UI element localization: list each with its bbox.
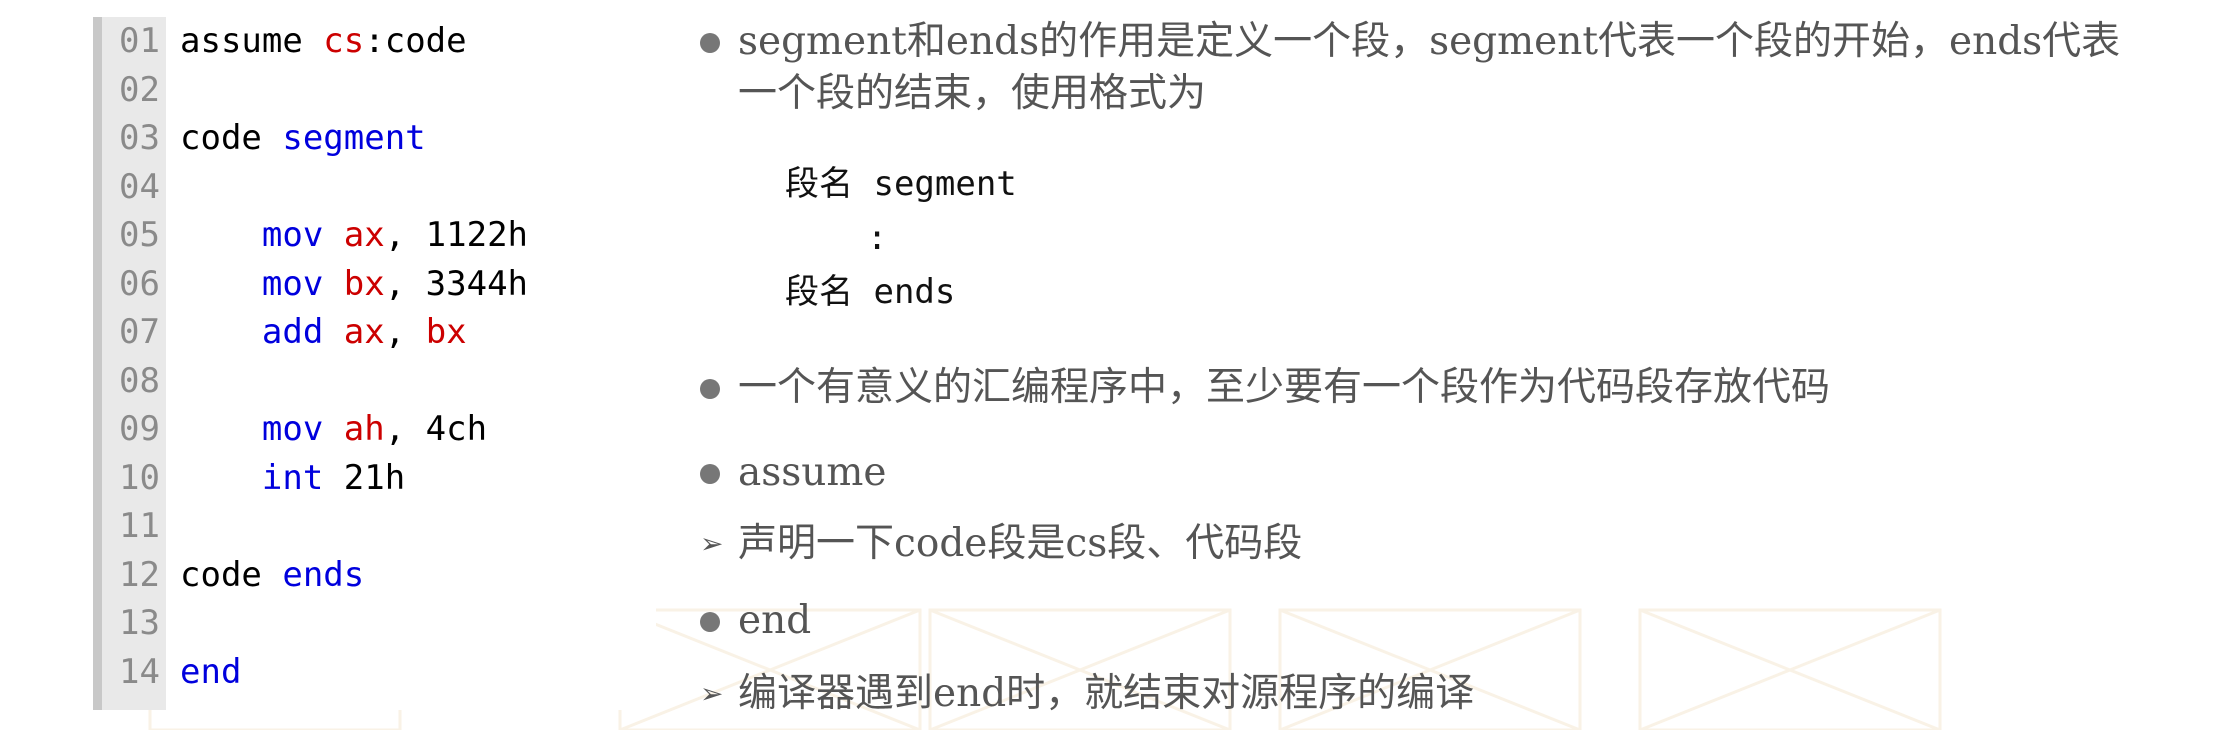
code-line: 11 <box>102 502 180 550</box>
note-text: end <box>738 598 812 643</box>
code-token: ax <box>343 215 385 255</box>
code-token: ends <box>282 555 365 595</box>
code-token: mov <box>261 409 344 449</box>
note-text: 编译器遇到end时，就结束对源程序的编译 <box>738 671 1475 716</box>
notes-panel: segment和ends的作用是定义一个段，segment代表一个段的开始，en… <box>700 0 2200 730</box>
code-line: 13 <box>102 599 180 647</box>
code-line: 10 int 21h <box>102 454 405 502</box>
code-line: 01 assume cs:code <box>102 17 467 65</box>
line-number: 04 <box>102 163 166 211</box>
line-number: 06 <box>102 260 166 308</box>
arrow-bullet-icon: ➢ <box>700 677 724 710</box>
format-line-2: : <box>785 218 888 258</box>
line-number: 07 <box>102 308 166 356</box>
code-token: add <box>261 312 344 352</box>
code-token: int <box>261 458 344 498</box>
line-number: 05 <box>102 211 166 259</box>
note-text: 一个有意义的汇编程序中，至少要有一个段作为代码段存放代码 <box>738 365 1831 410</box>
note-end: end <box>700 595 811 647</box>
code-line: 05 mov ax, 1122h <box>102 211 528 259</box>
note-assume: assume <box>700 447 886 499</box>
bullet-dot-icon <box>700 33 720 53</box>
line-number: 01 <box>102 17 166 65</box>
code-token: assume <box>180 21 324 61</box>
code-line: 02 <box>102 66 180 114</box>
bullet-dot-icon <box>700 464 720 484</box>
bullet-dot-icon <box>700 612 720 632</box>
code-token: code <box>180 118 283 158</box>
code-token: 21h <box>343 458 406 498</box>
segment-format-example: 段名 segment : 段名 ends <box>785 158 1285 323</box>
line-number: 11 <box>102 502 166 550</box>
bullet-dot-icon <box>700 379 720 399</box>
line-number: 03 <box>102 114 166 162</box>
note-text: segment和ends的作用是定义一个段，segment代表一个段的开始，en… <box>738 19 2121 116</box>
note-code-segment: 一个有意义的汇编程序中，至少要有一个段作为代码段存放代码 <box>700 362 1830 414</box>
code-token: bx <box>343 264 385 304</box>
code-token: cs <box>323 21 365 61</box>
note-text: assume <box>738 450 887 495</box>
code-token: end <box>180 652 242 692</box>
code-token: ax <box>343 312 385 352</box>
code-token: mov <box>261 264 344 304</box>
code-line: 03 code segment <box>102 114 426 162</box>
code-token: mov <box>261 215 344 255</box>
note-assume-detail: ➢ 声明一下code段是cs段、代码段 <box>700 518 1302 570</box>
note-end-detail: ➢ 编译器遇到end时，就结束对源程序的编译 <box>700 668 1474 720</box>
note-segment-ends: segment和ends的作用是定义一个段，segment代表一个段的开始，en… <box>700 16 2138 120</box>
code-token: segment <box>282 118 426 158</box>
line-number: 02 <box>102 66 166 114</box>
format-line-1: 段名 segment <box>785 164 1017 204</box>
line-number: 10 <box>102 454 166 502</box>
code-line: 07 add ax, bx <box>102 308 467 356</box>
line-number: 12 <box>102 551 166 599</box>
code-token: ah <box>343 409 385 449</box>
code-token: , 1122h <box>384 215 529 255</box>
code-listing: 01 assume cs:code 02 03 code segment 04 05 mov… <box>93 17 656 710</box>
code-line: 14 end <box>102 648 241 696</box>
code-line: 12 code ends <box>102 551 364 599</box>
code-line: 09 mov ah, 4ch <box>102 405 487 453</box>
code-token: code <box>180 555 283 595</box>
code-line: 04 <box>102 163 180 211</box>
format-line-3: 段名 ends <box>785 272 956 312</box>
line-number: 14 <box>102 648 166 696</box>
arrow-bullet-icon: ➢ <box>700 527 724 560</box>
code-token: , 3344h <box>384 264 529 304</box>
line-number: 09 <box>102 405 166 453</box>
line-number: 13 <box>102 599 166 647</box>
code-line: 08 <box>102 357 180 405</box>
code-line: 06 mov bx, 3344h <box>102 260 528 308</box>
line-number: 08 <box>102 357 166 405</box>
note-text: 声明一下code段是cs段、代码段 <box>738 521 1303 566</box>
code-token: :code <box>364 21 467 61</box>
code-token: , 4ch <box>384 409 488 449</box>
code-token: , <box>384 312 426 352</box>
code-token: bx <box>425 312 467 352</box>
